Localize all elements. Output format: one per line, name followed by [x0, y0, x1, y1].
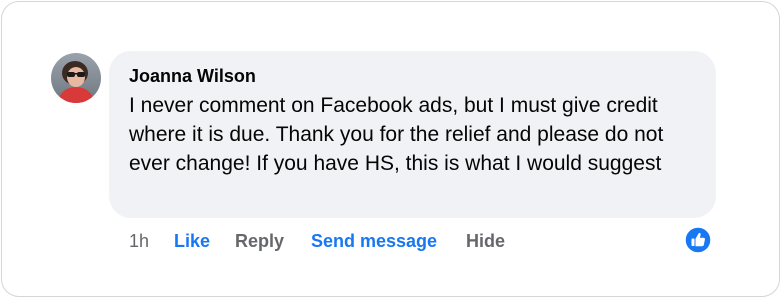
like-reaction-badge[interactable] — [684, 226, 712, 254]
thumbs-up-icon — [684, 226, 712, 254]
comment-author-name[interactable]: Joanna Wilson — [129, 64, 696, 88]
comment-timestamp[interactable]: 1h — [129, 229, 149, 253]
comment-text: I never comment on Facebook ads, but I m… — [129, 94, 664, 175]
hide-button[interactable]: Hide — [466, 229, 505, 253]
like-button[interactable]: Like — [174, 229, 210, 253]
avatar-photo-icon — [51, 53, 101, 103]
send-message-button[interactable]: Send message — [311, 229, 437, 253]
user-avatar[interactable] — [51, 53, 101, 103]
comment-actions-bar: 1h Like Reply Send message Hide — [0, 229, 783, 253]
comment-bubble: Joanna Wilson I never comment on Faceboo… — [109, 51, 716, 218]
reply-button[interactable]: Reply — [235, 229, 284, 253]
